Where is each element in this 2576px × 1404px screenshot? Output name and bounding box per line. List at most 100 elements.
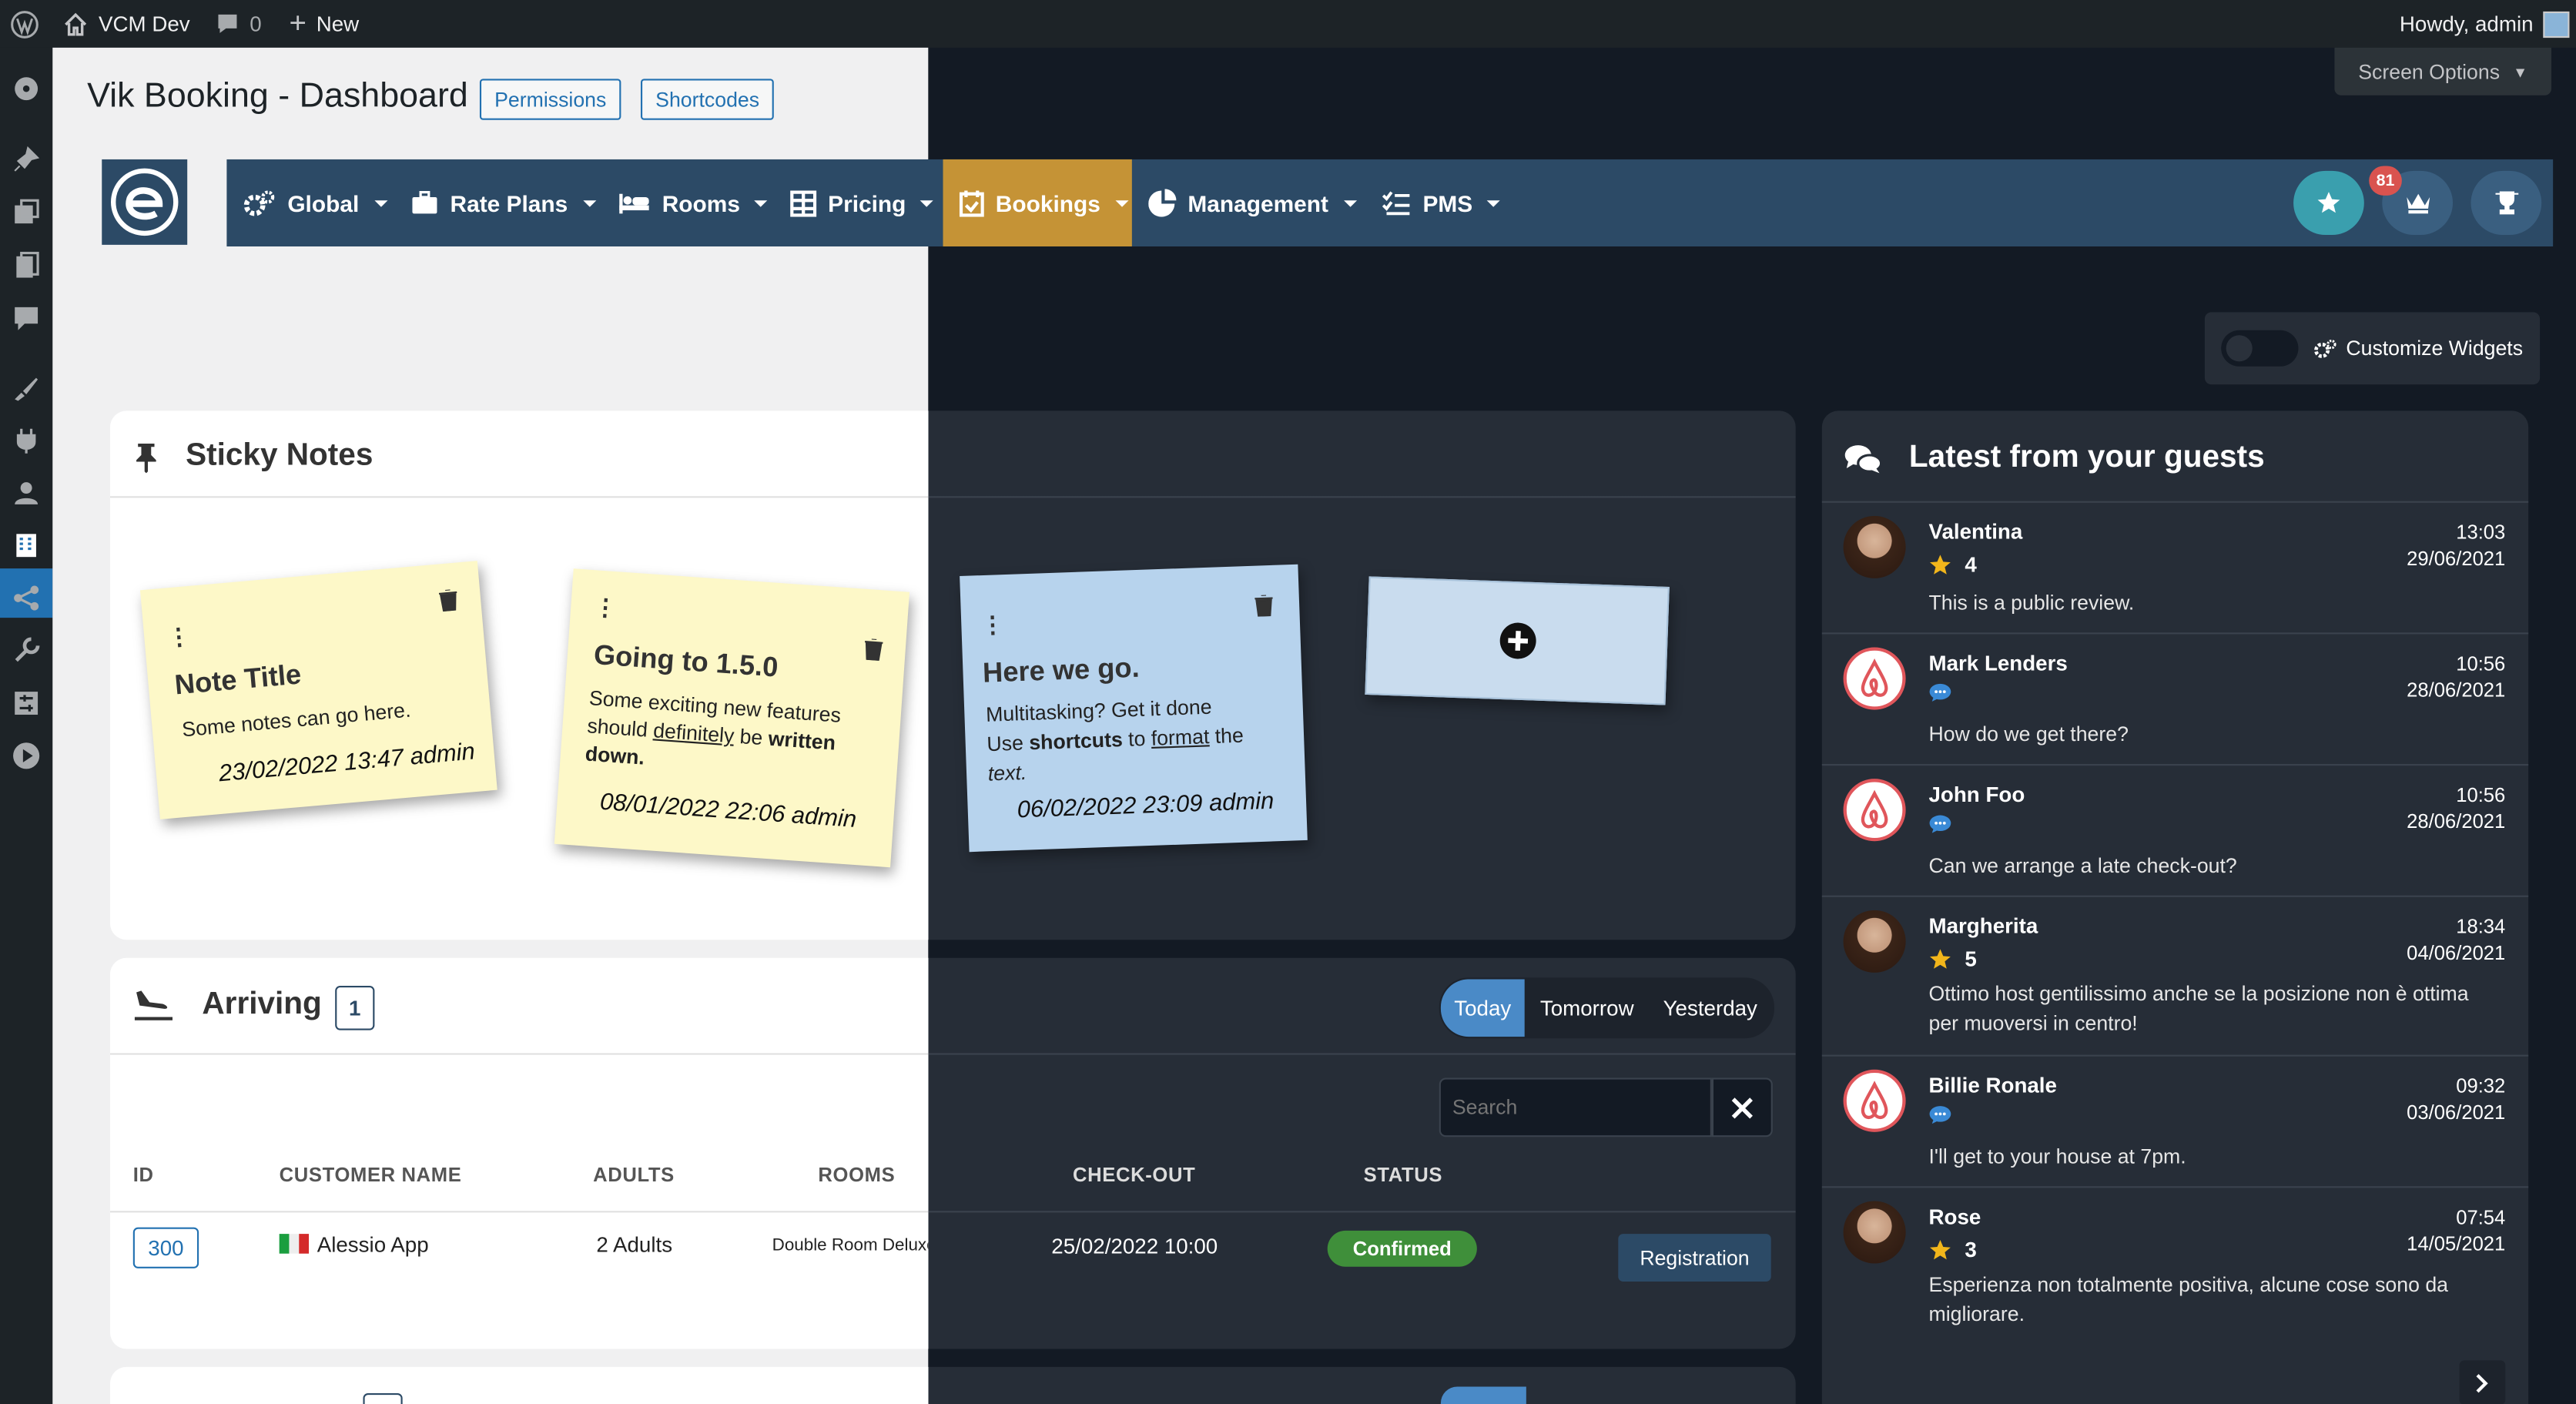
new-label: New [316, 11, 360, 36]
col-id[interactable]: ID [133, 1163, 154, 1186]
note-body[interactable]: Some notes can go here. [181, 699, 411, 742]
guest-name: Rose [1928, 1204, 1981, 1229]
nav-bookings-label: Bookings [995, 189, 1100, 216]
wordpress-logo-icon[interactable] [10, 0, 39, 48]
review-timestamp: 07:54 14/05/2021 [2407, 1205, 2506, 1255]
note-title[interactable]: Note Title [173, 658, 303, 702]
note-footer: 08/01/2022 22:06 admin [598, 789, 858, 834]
nav-pricing[interactable]: Pricing [790, 159, 934, 246]
guest-review-item[interactable]: Margherita 18:34 04/06/2021 5 Ottimo host ge… [1821, 895, 2529, 1055]
permissions-button[interactable]: Permissions [479, 79, 621, 120]
pushpin-icon [133, 442, 159, 474]
trash-icon[interactable] [863, 638, 883, 662]
plugins-icon[interactable] [12, 426, 41, 455]
drag-handle-icon[interactable]: ⋮ [980, 611, 1004, 638]
list-check-icon [1382, 189, 1411, 216]
room-cell: Double Room Deluxe [772, 1235, 929, 1255]
drag-handle-icon[interactable]: ⋮ [166, 622, 192, 651]
vikbooking-icon[interactable] [12, 531, 41, 560]
nav-rate-plans[interactable]: Rate Plans [410, 159, 596, 246]
achievements-button[interactable] [2470, 170, 2542, 236]
clear-search-button[interactable] [1711, 1077, 1773, 1138]
airbnb-avatar-icon [1843, 779, 1906, 842]
nav-pms[interactable]: PMS [1382, 159, 1501, 246]
registration-button[interactable]: Registration [1618, 1234, 1771, 1282]
customize-widgets-label: Customize Widgets [2346, 337, 2524, 360]
comments-icon[interactable] [12, 304, 41, 333]
review-score: 4 [1928, 552, 1977, 577]
plus-circle-icon [1499, 622, 1536, 659]
sticky-notes-title: Sticky Notes [186, 438, 374, 474]
nav-bookings[interactable]: Bookings [943, 159, 1132, 246]
sticky-note[interactable]: ⋮ Going to 1.5.0 Some exciting new featu… [554, 568, 910, 868]
tools-icon[interactable] [12, 636, 41, 665]
booking-id-link[interactable]: 300 [132, 1227, 199, 1268]
pages-icon[interactable] [12, 251, 41, 280]
col-rooms[interactable]: ROOMS [818, 1163, 895, 1186]
crown-icon [2406, 193, 2430, 214]
drag-handle-icon[interactable]: ⋮ [593, 593, 618, 621]
col-check-out[interactable]: CHECK-OUT [1073, 1163, 1195, 1186]
site-name: VCM Dev [98, 11, 190, 36]
gears-icon [243, 188, 276, 217]
nav-management-label: Management [1188, 189, 1328, 216]
review-text: This is a public review. [1928, 591, 2135, 615]
screen-options-button[interactable]: Screen Options ▼ [2334, 47, 2552, 95]
guest-review-item[interactable]: John Foo 10:56 28/06/2021 Can we arrange a … [1821, 763, 2529, 896]
share-icon[interactable] [12, 583, 41, 612]
nav-global-label: Global [287, 189, 360, 216]
vikbooking-logo[interactable] [102, 159, 188, 245]
account-menu[interactable]: Howdy, admin [2400, 0, 2570, 48]
guest-review-item[interactable]: Mark Lenders 10:56 28/06/2021 How do we get… [1821, 632, 2529, 764]
col-adults[interactable]: ADULTS [593, 1163, 675, 1186]
arriving-title: Arriving [202, 987, 322, 1022]
star-icon [1929, 948, 1951, 968]
users-icon[interactable] [12, 478, 41, 508]
comments-link[interactable]: 0 [215, 0, 262, 48]
star-icon [1929, 1238, 1951, 1259]
pin-icon[interactable] [12, 145, 41, 174]
tab-today[interactable]: Today [1440, 979, 1525, 1037]
guest-name: Valentina [1928, 519, 2023, 545]
guest-review-item[interactable]: Billie Ronale 09:32 03/06/2021 I'll get to … [1821, 1054, 2529, 1187]
chat-bubble-icon [1928, 1106, 1951, 1126]
sticky-note[interactable]: ⋮ Here we go. Multitasking? Get it done U… [960, 564, 1308, 853]
new-content-link[interactable]: + New [289, 0, 359, 48]
play-icon[interactable] [12, 741, 41, 770]
chat-bubble-icon [1928, 683, 1951, 703]
chevron-right-icon [2476, 1372, 2488, 1392]
customer-name[interactable]: Alessio App [317, 1232, 429, 1257]
shortcodes-button[interactable]: Shortcodes [640, 79, 775, 120]
appearance-icon[interactable] [12, 373, 41, 402]
col-customer-name[interactable]: CUSTOMER NAME [280, 1163, 462, 1186]
guest-avatar [1843, 910, 1906, 973]
site-name-link[interactable]: VCM Dev [62, 0, 190, 48]
guest-review-item[interactable]: Valentina 13:03 29/06/2021 4 This is a publi… [1821, 501, 2529, 633]
customize-toggle[interactable] [2221, 330, 2299, 367]
next-page-button[interactable] [2459, 1360, 2506, 1404]
add-note-button[interactable] [1365, 576, 1670, 705]
note-body[interactable]: Multitasking? Get it done Use shortcuts t… [986, 689, 1292, 789]
nav-global[interactable]: Global [243, 159, 387, 246]
note-title[interactable]: Here we go. [982, 652, 1140, 691]
nav-management[interactable]: Management [1148, 159, 1357, 246]
media-icon[interactable] [12, 199, 41, 228]
favorites-button[interactable] [2293, 170, 2364, 236]
sticky-note[interactable]: ⋮ Note Title Some notes can go here. 23/… [139, 561, 497, 819]
tab-yesterday[interactable]: Yesterday [1651, 979, 1770, 1037]
adults-cell: 2 Adults [596, 1231, 673, 1257]
review-timestamp: 13:03 29/06/2021 [2407, 521, 2506, 571]
home-icon [62, 11, 89, 37]
guest-review-item[interactable]: Rose 07:54 14/05/2021 3 Esperienza non total… [1821, 1186, 2529, 1347]
settings-icon[interactable] [12, 689, 41, 718]
customize-widgets-button[interactable]: Customize Widgets [2313, 312, 2523, 384]
col-status[interactable]: STATUS [1364, 1163, 1442, 1186]
tab-tomorrow[interactable]: Tomorrow [1528, 979, 1646, 1037]
dashboard-icon[interactable] [12, 72, 41, 102]
trash-icon[interactable] [1255, 595, 1273, 617]
note-body[interactable]: Some exciting new features should defini… [585, 685, 886, 789]
note-title[interactable]: Going to 1.5.0 [593, 639, 779, 685]
search-input[interactable] [1439, 1077, 1712, 1138]
trash-icon[interactable] [438, 588, 459, 612]
nav-rooms[interactable]: Rooms [618, 159, 769, 246]
